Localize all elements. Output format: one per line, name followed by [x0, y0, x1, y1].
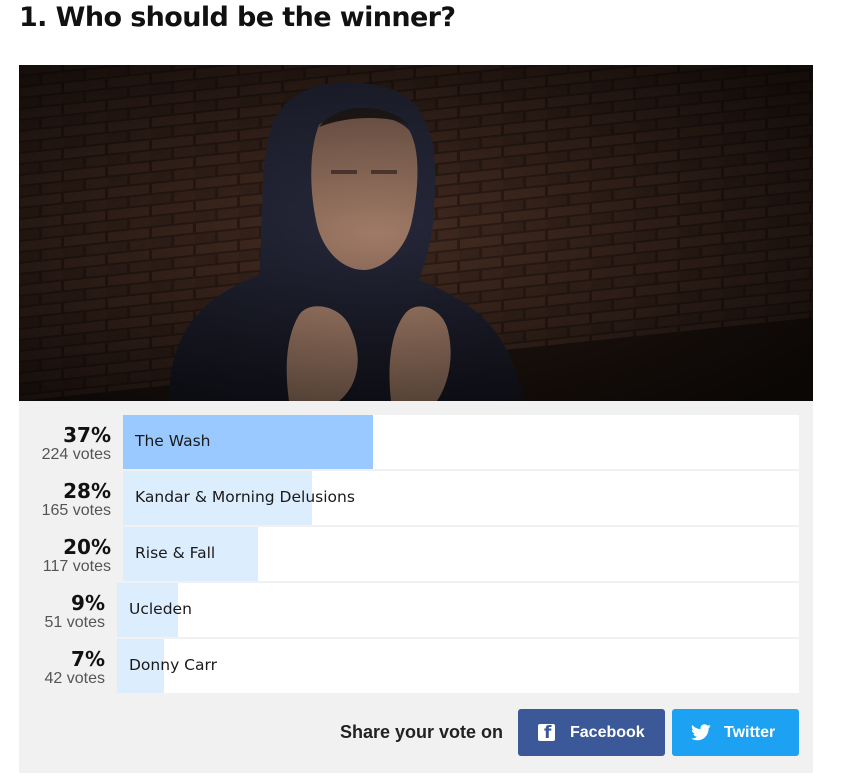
option-vote-count: 51 votes [44, 614, 105, 631]
option-vote-count: 165 votes [41, 502, 111, 519]
option-vote-count: 42 votes [44, 670, 105, 687]
poll-option-row: 7% 42 votes Donny Carr [19, 639, 813, 693]
option-name: Rise & Fall [135, 544, 216, 562]
option-name: Ucleden [129, 600, 192, 618]
option-percent: 28% [63, 479, 111, 503]
poll-option-row: 20% 117 votes Rise & Fall [19, 527, 813, 581]
twitter-share-button[interactable]: Twitter [672, 709, 799, 756]
option-bar[interactable]: Donny Carr [117, 639, 799, 693]
option-percent: 20% [63, 535, 111, 559]
twitter-bird-icon [691, 724, 711, 741]
share-prompt: Share your vote on [339, 722, 503, 742]
option-percent: 9% [71, 591, 105, 615]
option-name: Kandar & Morning Delusions [135, 488, 355, 506]
option-stats: 9% 51 votes [19, 583, 105, 637]
option-bar[interactable]: Ucleden [117, 583, 799, 637]
option-vote-count: 224 votes [41, 446, 111, 463]
twitter-button-label: Twitter [724, 724, 776, 741]
option-stats: 28% 165 votes [19, 471, 111, 525]
poll-results-panel: 37% 224 votes The Wash 28% 165 votes Kan… [19, 401, 813, 773]
poll-option-row: 37% 224 votes The Wash [19, 415, 813, 469]
option-stats: 37% 224 votes [19, 415, 111, 469]
option-vote-count: 117 votes [42, 558, 111, 575]
facebook-share-button[interactable]: f Facebook [518, 709, 665, 756]
question-photo [19, 65, 813, 401]
question-title: 1. Who should be the winner? [19, 2, 456, 33]
option-percent: 37% [63, 423, 111, 447]
option-percent: 7% [71, 647, 105, 671]
option-stats: 7% 42 votes [19, 639, 105, 693]
option-bar[interactable]: Kandar & Morning Delusions [123, 471, 799, 525]
facebook-button-label: Facebook [570, 724, 645, 741]
option-bar[interactable]: The Wash [123, 415, 799, 469]
poll-option-row: 28% 165 votes Kandar & Morning Delusions [19, 471, 813, 525]
option-bar[interactable]: Rise & Fall [123, 527, 799, 581]
option-stats: 20% 117 votes [19, 527, 111, 581]
facebook-icon: f [538, 724, 555, 741]
option-name: The Wash [135, 432, 211, 450]
poll-option-row: 9% 51 votes Ucleden [19, 583, 813, 637]
option-name: Donny Carr [129, 656, 217, 674]
